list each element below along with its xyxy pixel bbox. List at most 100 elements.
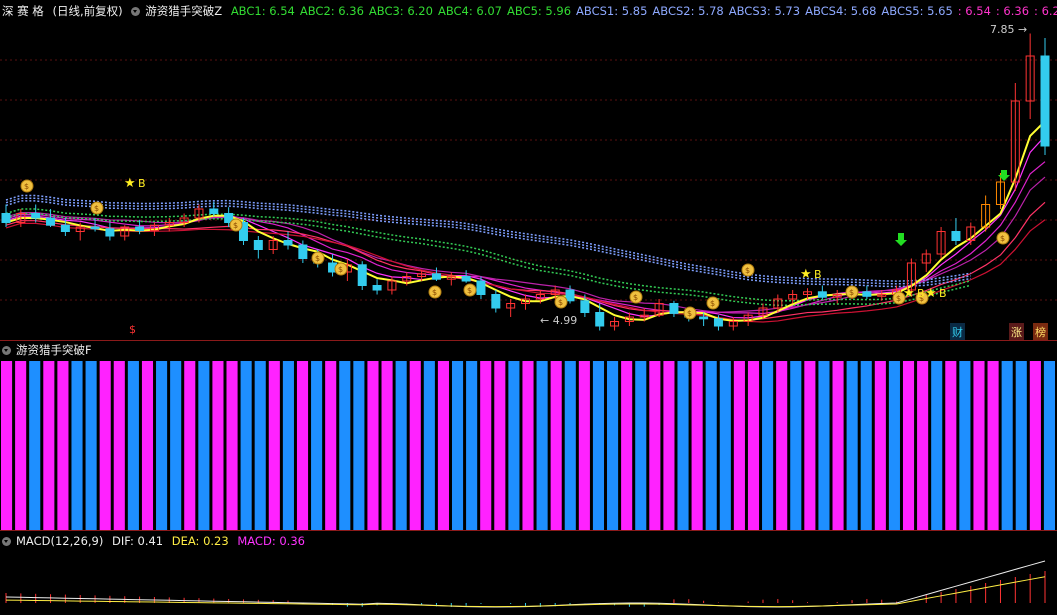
indicator-bar (466, 361, 478, 531)
buy-marker: B (917, 287, 925, 300)
money-bag-icon: $ (741, 263, 755, 277)
indicator-bar (564, 361, 576, 531)
indicator-bar (480, 361, 492, 531)
svg-text:$: $ (745, 266, 750, 275)
money-bag-icon: $ (683, 306, 697, 320)
candle-body (60, 224, 70, 232)
band-line-1 (5, 197, 971, 285)
svg-text:$: $ (558, 298, 563, 307)
indicator-bar (607, 361, 619, 531)
main-chart-header: 深 赛 格 (日线,前复权) 游资猎手突破Z ABC1: 6.54 ABC2: 6… (2, 3, 1057, 19)
money-bag-icon: $ (90, 201, 104, 215)
candlestick-chart[interactable]: $$$$$$ $$$$$$$$ $$★ B★ B★ B ★ B7.85 →← 4.99 (0, 0, 1057, 340)
indicator-bar (776, 361, 788, 531)
indicator-bar (296, 361, 309, 531)
indicator-bar (127, 361, 139, 531)
money-bag-icon: $ (334, 262, 348, 276)
indicator-value-4: ABC5: 5.96 (507, 4, 572, 18)
indicator-bar (113, 361, 125, 531)
indicator-pane[interactable]: 游资猎手突破F (0, 340, 1057, 531)
indicator-bar (156, 361, 168, 531)
money-bag-icon: $ (229, 218, 243, 232)
indicator-bar (282, 361, 294, 531)
macd-pane[interactable]: MACD(12,26,9) DIF: 0.41 DEA: 0.23 MACD: … (0, 530, 1057, 615)
indicator-bar (494, 361, 506, 531)
candle-body (580, 300, 590, 313)
candle-body (565, 289, 575, 302)
star-icon: ★ (925, 286, 937, 301)
star-icon: ★ (800, 267, 812, 282)
indicator-bars[interactable] (0, 341, 1057, 531)
svg-text:$: $ (315, 254, 320, 263)
indicator-bar (902, 361, 915, 531)
macd-value: MACD: 0.36 (237, 534, 305, 548)
candle-body (105, 228, 115, 237)
dea-line (5, 576, 1046, 608)
buy-marker: B (814, 268, 822, 281)
macd-dea: DEA: 0.23 (171, 534, 229, 548)
indicator-bar (818, 361, 830, 531)
indicator-bar (395, 361, 407, 531)
indicator-menu-icon[interactable] (131, 7, 141, 16)
high-price-label: 7.85 → (990, 23, 1027, 36)
hot-list-badge[interactable]: 榜 (1033, 323, 1048, 341)
indicator-bar (846, 361, 858, 531)
candle-body (713, 318, 723, 327)
indicator-pane-name[interactable]: 游资猎手突破F (16, 343, 92, 357)
indicator-bar (367, 361, 379, 531)
indicator-bar (649, 361, 661, 531)
money-bag-icon: $ (845, 285, 859, 299)
buy-marker: B (939, 287, 947, 300)
candle-body (476, 280, 486, 295)
svg-text:$: $ (710, 299, 715, 308)
candle-body (595, 312, 605, 327)
indicator-bar (578, 361, 590, 531)
indicator-bar (170, 361, 182, 531)
macd-menu-icon[interactable] (2, 537, 11, 546)
indicator-bar (733, 361, 745, 531)
svg-text:$: $ (1000, 234, 1005, 243)
s-marker: $ (129, 323, 136, 336)
svg-text:$: $ (467, 286, 472, 295)
indicator-header: 游资猎手突破F (2, 342, 97, 358)
stock-name: 深 赛 格 (2, 4, 44, 18)
indicator-bar (874, 361, 886, 531)
indicator-bar (1043, 361, 1055, 531)
candle-body (669, 303, 679, 314)
indicator-bar (959, 361, 971, 531)
indicator-bar (621, 361, 633, 531)
indicator-bar (860, 361, 872, 531)
candle-body (253, 240, 263, 250)
period-label: (日线,前复权) (52, 4, 123, 18)
svg-text:$: $ (633, 293, 638, 302)
macd-name[interactable]: MACD(12,26,9) (16, 534, 103, 548)
indicator-name[interactable]: 游资猎手突破Z (145, 4, 222, 18)
indicator-value-12: : 6.20 (1034, 4, 1057, 18)
finance-badge[interactable]: 财 (950, 323, 965, 341)
indicator-bar (381, 361, 393, 531)
money-bag-icon: $ (554, 295, 568, 309)
indicator-bar (804, 361, 816, 531)
money-bag-icon: $ (629, 290, 643, 304)
svg-text:$: $ (896, 294, 901, 303)
indicator-bar (184, 361, 196, 531)
band-line-2 (5, 200, 971, 288)
indicator-bar (268, 361, 280, 531)
indicator-bar (888, 361, 900, 531)
indicator-bar (635, 361, 647, 531)
indicator-bar (85, 361, 97, 531)
candle-body (862, 291, 872, 297)
indicator-bar (437, 361, 449, 531)
indicator-bar (311, 361, 323, 531)
candle-body (31, 213, 41, 219)
money-bag-icon: $ (428, 285, 442, 299)
candle-body (209, 208, 219, 214)
indicator-bar (240, 361, 252, 531)
rise-badge[interactable]: 涨 (1009, 323, 1024, 341)
indicator-bar (691, 361, 703, 531)
indicator-menu-icon[interactable] (2, 346, 11, 355)
indicator-value-11: : 6.36 (995, 4, 1030, 18)
svg-text:$: $ (432, 288, 437, 297)
price-chart-pane[interactable]: $ $ $ $ $ $ $ $ $ $ $ $ $ $ $ $ ★ B ★ B ★ B ★ B 7.85 → ← 4.99 深 赛… (0, 0, 1057, 341)
indicator-value-9: ABCS5: 5.65 (881, 4, 953, 18)
